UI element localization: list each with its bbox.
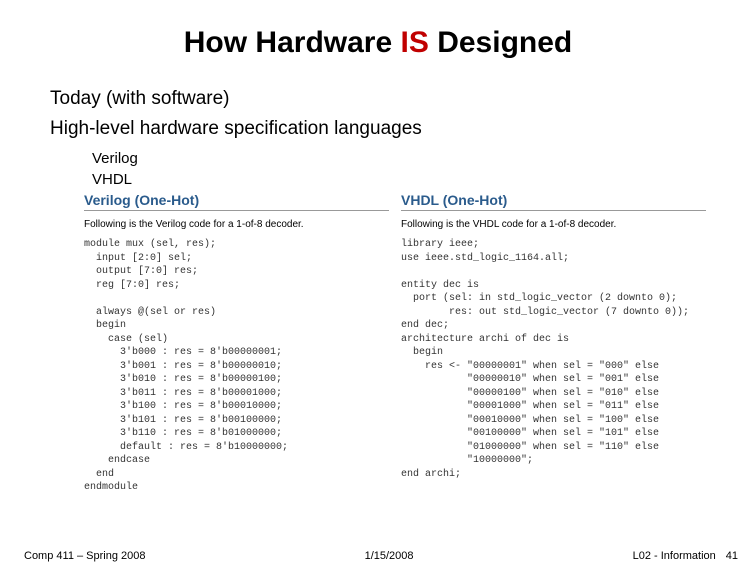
verilog-column: Verilog (One-Hot) Following is the Veril… — [84, 192, 389, 495]
slide-title: How Hardware IS Designed — [50, 26, 706, 60]
title-accent: IS — [401, 26, 429, 59]
slide: How Hardware IS Designed Today (with sof… — [0, 0, 756, 576]
footer-course: Comp 411 – Spring 2008 — [24, 550, 146, 562]
code-columns: Verilog (One-Hot) Following is the Veril… — [84, 192, 706, 495]
vhdl-code: library ieee; use ieee.std_logic_1164.al… — [401, 238, 706, 481]
footer-lecture: L02 - Information — [633, 550, 716, 562]
footer-page: 41 — [726, 550, 738, 562]
footer-date: 1/15/2008 — [365, 550, 414, 562]
verilog-intro: Following is the Verilog code for a 1-of… — [84, 219, 389, 230]
footer: Comp 411 – Spring 2008 1/15/2008 L02 - I… — [0, 550, 756, 562]
bullet-hll: High-level hardware specification langua… — [50, 118, 706, 140]
verilog-code: module mux (sel, res); input [2:0] sel; … — [84, 238, 389, 495]
title-pre: How Hardware — [184, 26, 401, 59]
vhdl-heading: VHDL (One-Hot) — [401, 192, 706, 211]
title-post: Designed — [429, 26, 572, 59]
vhdl-intro: Following is the VHDL code for a 1-of-8 … — [401, 219, 706, 230]
sub-verilog: Verilog — [92, 150, 706, 167]
vhdl-column: VHDL (One-Hot) Following is the VHDL cod… — [401, 192, 706, 495]
footer-right: L02 - Information 41 — [633, 550, 738, 562]
bullet-today: Today (with software) — [50, 88, 706, 110]
sub-vhdl: VHDL — [92, 171, 706, 188]
verilog-heading: Verilog (One-Hot) — [84, 192, 389, 211]
